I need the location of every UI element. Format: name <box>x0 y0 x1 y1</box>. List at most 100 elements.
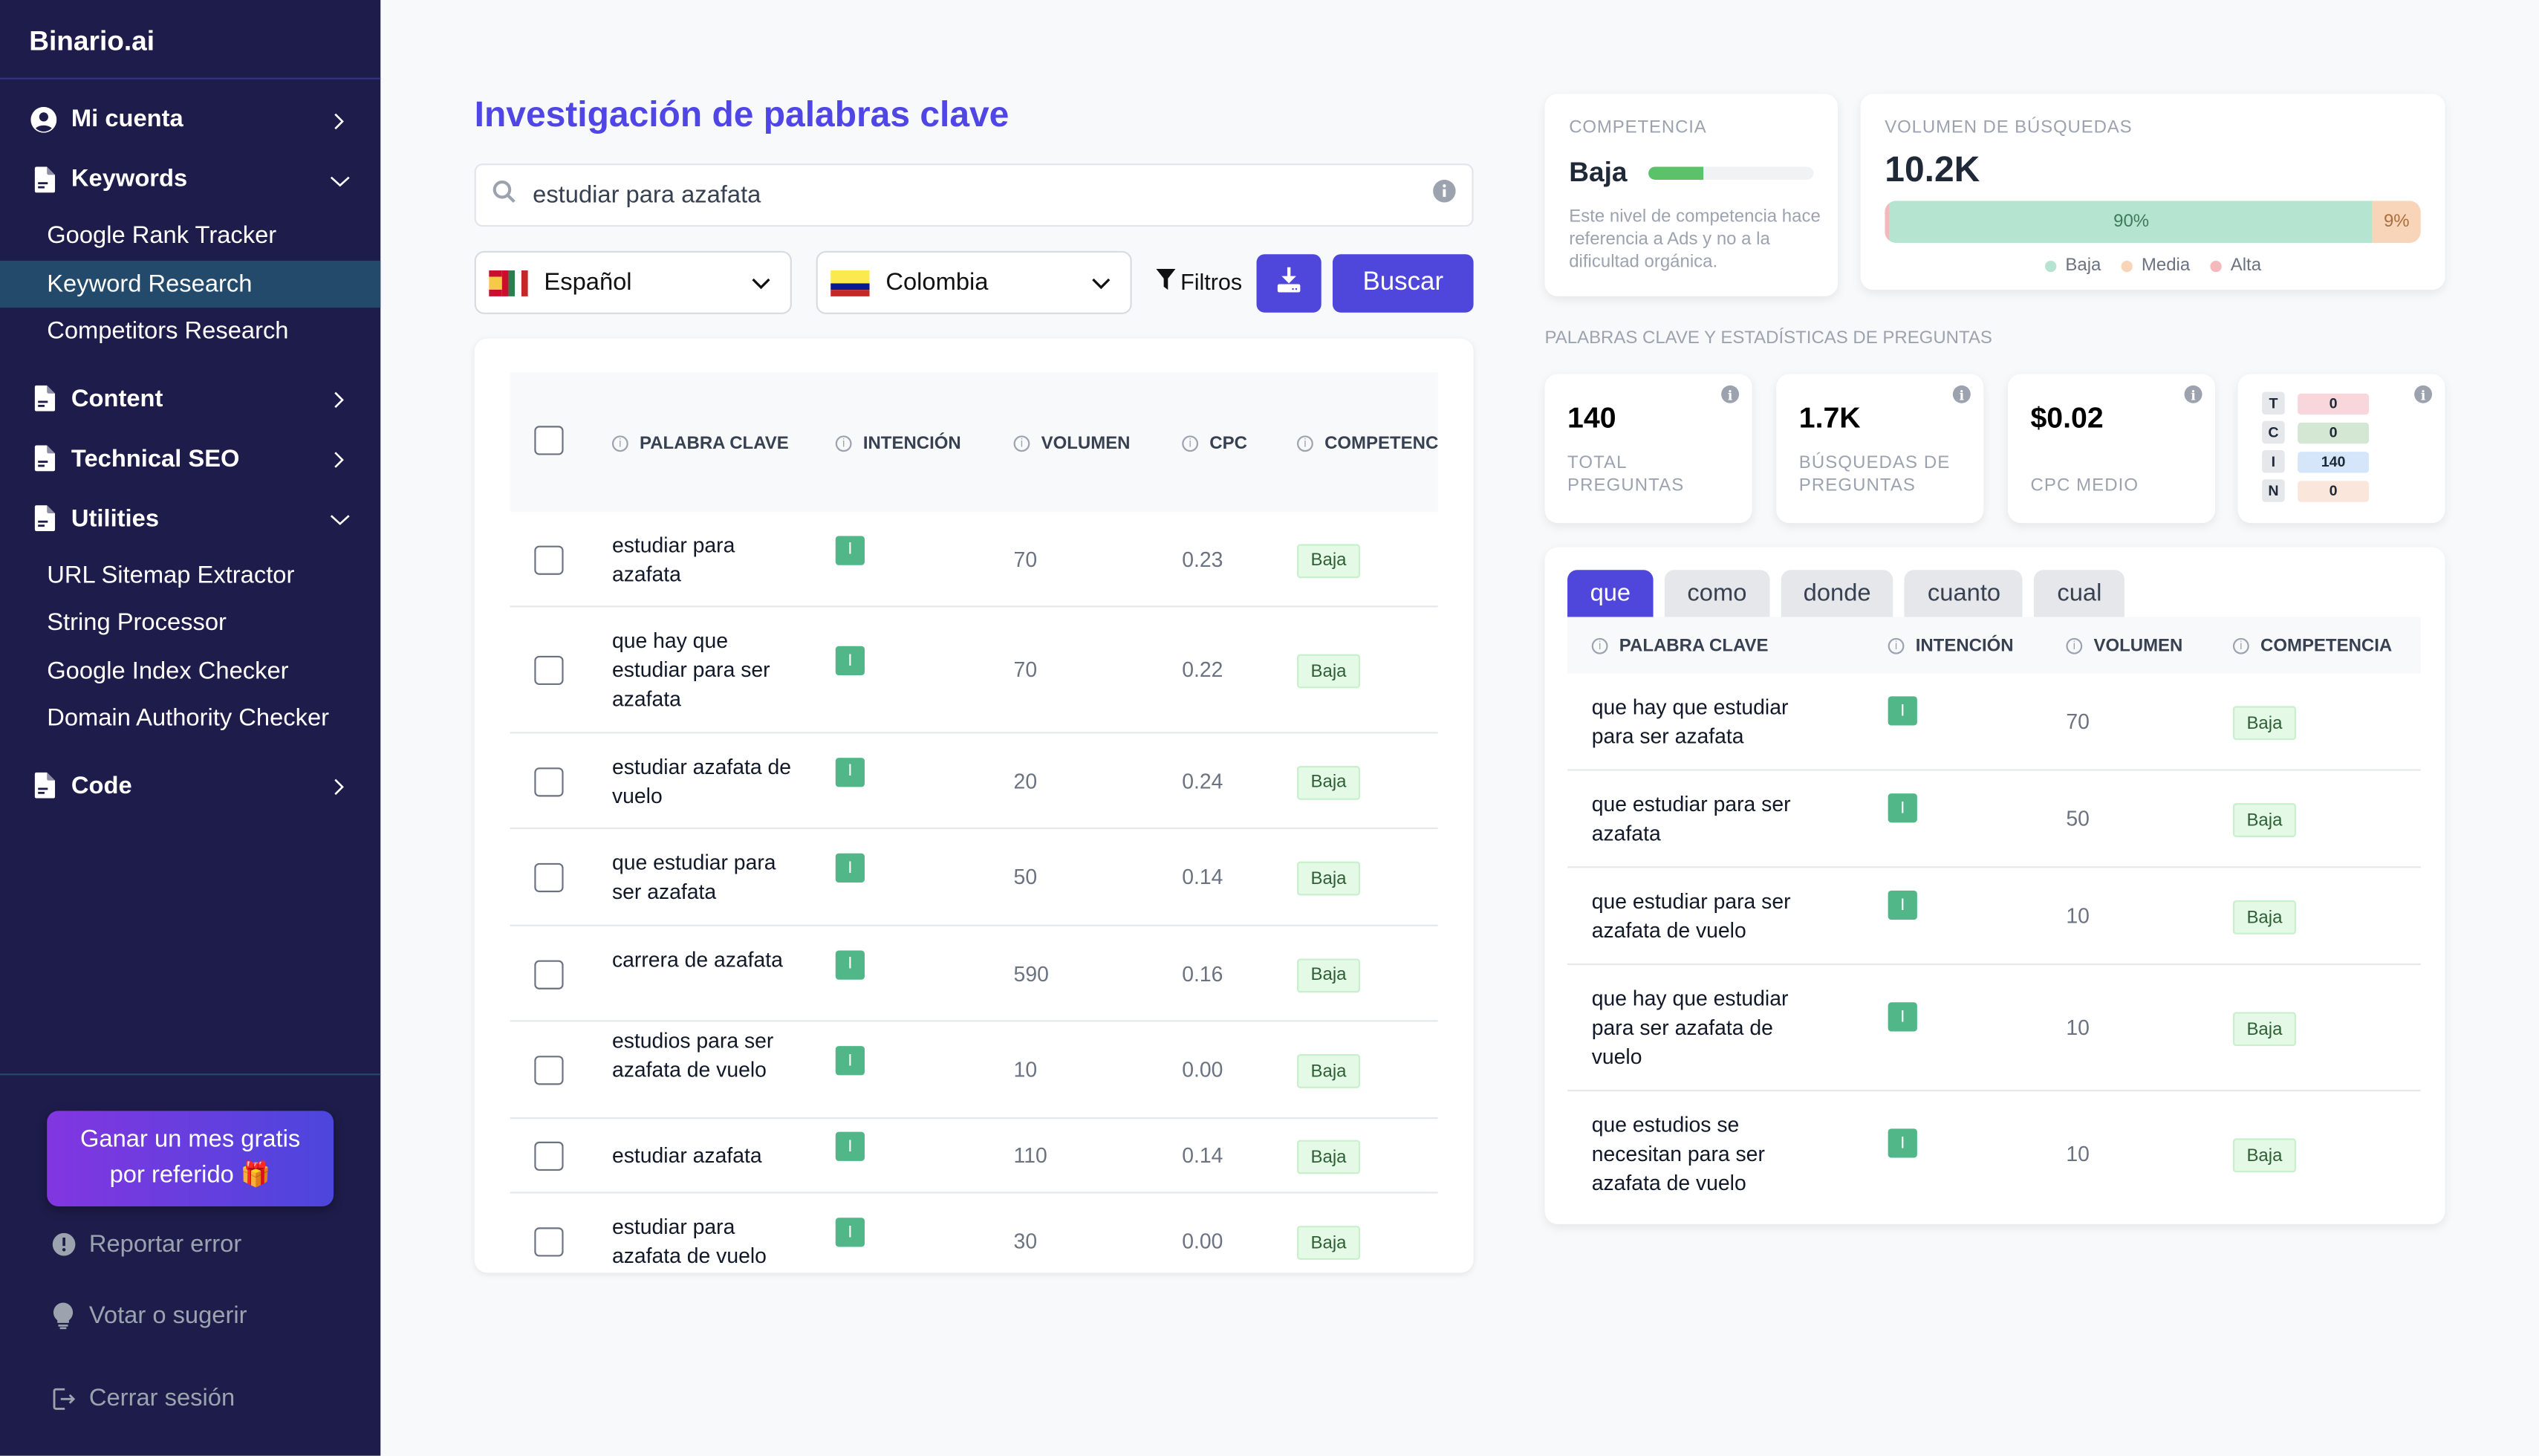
question-row: que estudios se necesitan para ser azafa… <box>1567 1091 2421 1218</box>
keyword-cell[interactable]: que estudiar para ser azafata <box>612 848 807 906</box>
sidebar-section-utilities[interactable]: Utilities <box>0 492 380 545</box>
volume-distribution-bar: 90% 9% <box>1885 201 2421 243</box>
sidebar-item-domain-authority-checker[interactable]: Domain Authority Checker <box>0 695 380 742</box>
row-checkbox[interactable] <box>534 767 564 796</box>
country-select[interactable]: Colombia <box>816 250 1132 314</box>
chevron-right-icon <box>328 449 348 468</box>
cpc-cell: 0.23 <box>1182 546 1223 571</box>
keyword-cell[interactable]: que estudios se necesitan para ser azafa… <box>1592 1111 1818 1198</box>
info-icon[interactable]: i <box>2184 385 2202 403</box>
tab-cual[interactable]: cual <box>2034 570 2124 617</box>
tab-cuanto[interactable]: cuanto <box>1905 570 2023 617</box>
intent-badge: I <box>835 853 865 883</box>
keyword-cell[interactable]: estudios para ser azafata de vuelo <box>612 1027 807 1085</box>
report-error-link[interactable]: Reportar error <box>51 1231 242 1258</box>
keyword-cell[interactable]: que hay que estudiar para ser azafata <box>1592 693 1818 751</box>
search-button[interactable]: Buscar <box>1332 254 1474 313</box>
intent-badge: I <box>835 1131 865 1161</box>
row-checkbox[interactable] <box>534 959 564 989</box>
referral-promo-button[interactable]: Ganar un mes gratis por referido 🎁 <box>47 1111 334 1206</box>
keyword-cell[interactable]: estudiar para azafata <box>612 530 807 588</box>
row-checkbox[interactable] <box>534 1056 564 1085</box>
sidebar-section-technical-seo[interactable]: Technical SEO <box>0 432 380 485</box>
row-checkbox[interactable] <box>534 655 564 686</box>
column-header-cpc[interactable]: i CPC <box>1182 434 1247 453</box>
info-icon: i <box>1297 435 1313 452</box>
promo-line-1: Ganar un mes gratis <box>80 1125 301 1154</box>
keyword-cell[interactable]: estudiar para azafata de vuelo <box>612 1213 807 1271</box>
keyword-cell[interactable]: que hay que estudiar para ser azafata de… <box>1592 984 1818 1072</box>
chevron-right-icon <box>328 109 348 129</box>
sidebar: Binario.ai Mi cuenta Keywords Google Rank … <box>0 0 381 1456</box>
column-header-intent[interactable]: i INTENCIÓN <box>835 434 961 453</box>
logout-link[interactable]: Cerrar sesión <box>51 1385 235 1412</box>
language-select[interactable]: Español <box>474 250 792 314</box>
column-header-competition[interactable]: i COMPETENCIA <box>2232 637 2392 656</box>
select-all-checkbox[interactable] <box>534 426 564 455</box>
download-button[interactable] <box>1256 254 1321 313</box>
legend-item-alta: Alta <box>2209 256 2261 276</box>
sidebar-section-code[interactable]: Code <box>0 758 380 812</box>
info-icon[interactable] <box>1433 179 1456 210</box>
intent-count: 0 <box>2298 480 2370 501</box>
column-header-competition[interactable]: i COMPETENC <box>1297 434 1438 453</box>
question-tabs: que como donde cuanto cual <box>1567 570 2136 617</box>
stat-value: 140 <box>1567 401 1616 435</box>
info-icon[interactable]: i <box>2414 385 2433 403</box>
intent-count-row: C0 <box>2262 420 2370 444</box>
info-icon[interactable]: i <box>1721 385 1740 403</box>
volume-cell: 10 <box>2066 1015 2090 1040</box>
brand-logo[interactable]: Binario.ai <box>29 26 155 59</box>
tab-donde[interactable]: donde <box>1781 570 1894 617</box>
table-row: que estudiar para ser azafata I 50 0.14 Baja <box>510 829 1438 926</box>
sidebar-item-url-sitemap-extractor[interactable]: URL Sitemap Extractor <box>0 551 380 599</box>
sidebar-section-keywords[interactable]: Keywords <box>0 152 380 206</box>
row-checkbox[interactable] <box>534 1141 564 1171</box>
sidebar-item-google-index-checker[interactable]: Google Index Checker <box>0 647 380 695</box>
stat-card-question-searches: i 1.7K BÚSQUEDAS DE PREGUNTAS <box>1776 374 1984 524</box>
row-checkbox[interactable] <box>534 545 564 574</box>
volume-cell: 70 <box>1013 546 1038 571</box>
keyword-cell[interactable]: estudiar azafata de vuelo <box>612 753 807 810</box>
column-header-keyword[interactable]: i PALABRA CLAVE <box>1591 637 1769 656</box>
keyword-cell[interactable]: que estudiar para ser azafata de vuelo <box>1592 888 1818 946</box>
competition-badge: Baja <box>1297 1054 1361 1088</box>
info-icon[interactable]: i <box>1952 385 1971 403</box>
tab-que[interactable]: que <box>1567 570 1654 617</box>
intent-key: T <box>2262 391 2285 415</box>
table-body: estudiar para azafata I 70 0.23 Baja que hay … <box>510 512 1438 1273</box>
sidebar-item-competitors-research[interactable]: Competitors Research <box>0 308 380 355</box>
column-header-volume[interactable]: i VOLUMEN <box>2066 637 2182 656</box>
vote-suggest-link[interactable]: Votar o sugerir <box>51 1302 247 1330</box>
column-header-intent[interactable]: i INTENCIÓN <box>1888 637 2014 656</box>
column-header-volume[interactable]: i VOLUMEN <box>1013 434 1131 453</box>
sidebar-section-content[interactable]: Content <box>0 371 380 425</box>
sidebar-item-string-processor[interactable]: String Processor <box>0 599 380 647</box>
table-row: estudiar para azafata I 70 0.23 Baja <box>510 512 1438 608</box>
column-header-keyword[interactable]: i PALABRA CLAVE <box>611 434 789 453</box>
filters-button[interactable]: Filtros <box>1156 268 1242 295</box>
search-icon <box>492 179 517 212</box>
sidebar-item-google-rank-tracker[interactable]: Google Rank Tracker <box>0 212 380 260</box>
keyword-search-input[interactable] <box>529 179 1434 211</box>
cpc-cell: 0.14 <box>1182 1143 1223 1168</box>
intent-key: C <box>2262 420 2285 444</box>
sidebar-section-mi-cuenta[interactable]: Mi cuenta <box>0 92 380 146</box>
keyword-cell[interactable]: estudiar azafata <box>612 1142 807 1171</box>
intent-badge: I <box>835 646 865 675</box>
row-checkbox[interactable] <box>534 1227 564 1257</box>
stat-label: CPC MEDIO <box>2030 475 2139 496</box>
keyword-search-field[interactable] <box>474 163 1474 227</box>
keyword-cell[interactable]: carrera de azafata <box>612 945 807 974</box>
competition-badge: Baja <box>1297 1140 1361 1174</box>
intent-badge: I <box>835 757 865 787</box>
logout-icon <box>51 1385 77 1411</box>
row-checkbox[interactable] <box>534 862 564 893</box>
competition-level-fill <box>1648 166 1703 180</box>
keyword-cell[interactable]: que hay que estudiar para ser azafata <box>612 627 807 715</box>
tab-como[interactable]: como <box>1664 570 1769 617</box>
sidebar-item-keyword-research[interactable]: Keyword Research <box>0 259 381 308</box>
competition-card: COMPETENCIA Baja Este nivel de competenc… <box>1544 94 1839 296</box>
keyword-cell[interactable]: que estudiar para ser azafata <box>1592 790 1818 848</box>
